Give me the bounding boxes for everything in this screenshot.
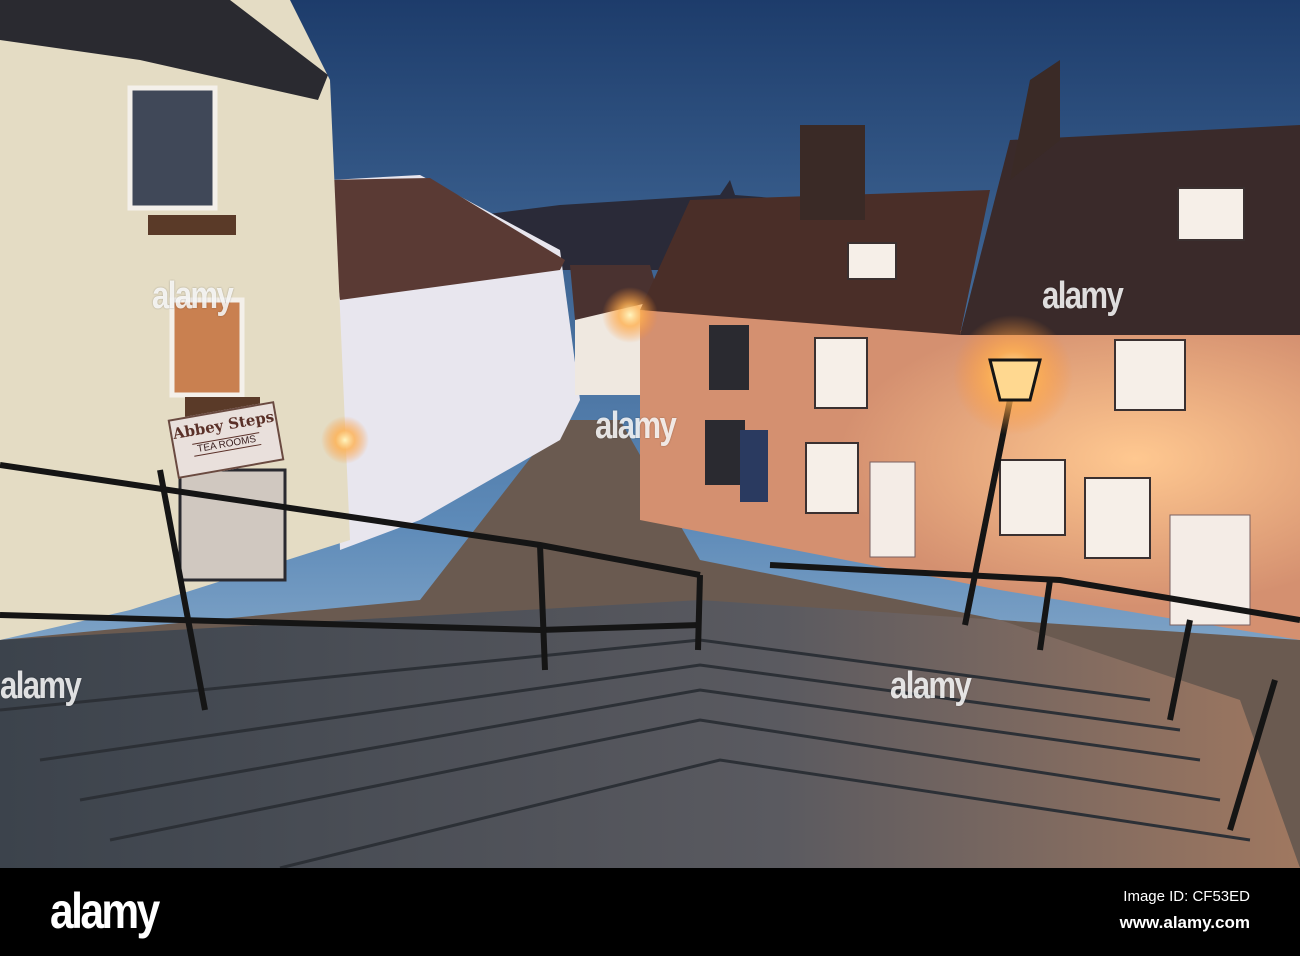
watermark: alamy <box>1042 275 1124 317</box>
watermark: alamy <box>152 275 234 317</box>
watermark: alamy <box>595 405 677 447</box>
stock-photo-page: Abbey Steps TEA ROOMS alamy alamy alamy … <box>0 0 1300 956</box>
watermark: alamy <box>0 665 82 707</box>
footer-bar: alamy Image ID: CF53ED www.alamy.com <box>0 868 1300 956</box>
image-id: Image ID: CF53ED <box>1123 888 1250 905</box>
watermark: alamy <box>890 665 972 707</box>
alamy-logo: alamy <box>50 883 160 939</box>
website-link[interactable]: www.alamy.com <box>1120 913 1250 933</box>
